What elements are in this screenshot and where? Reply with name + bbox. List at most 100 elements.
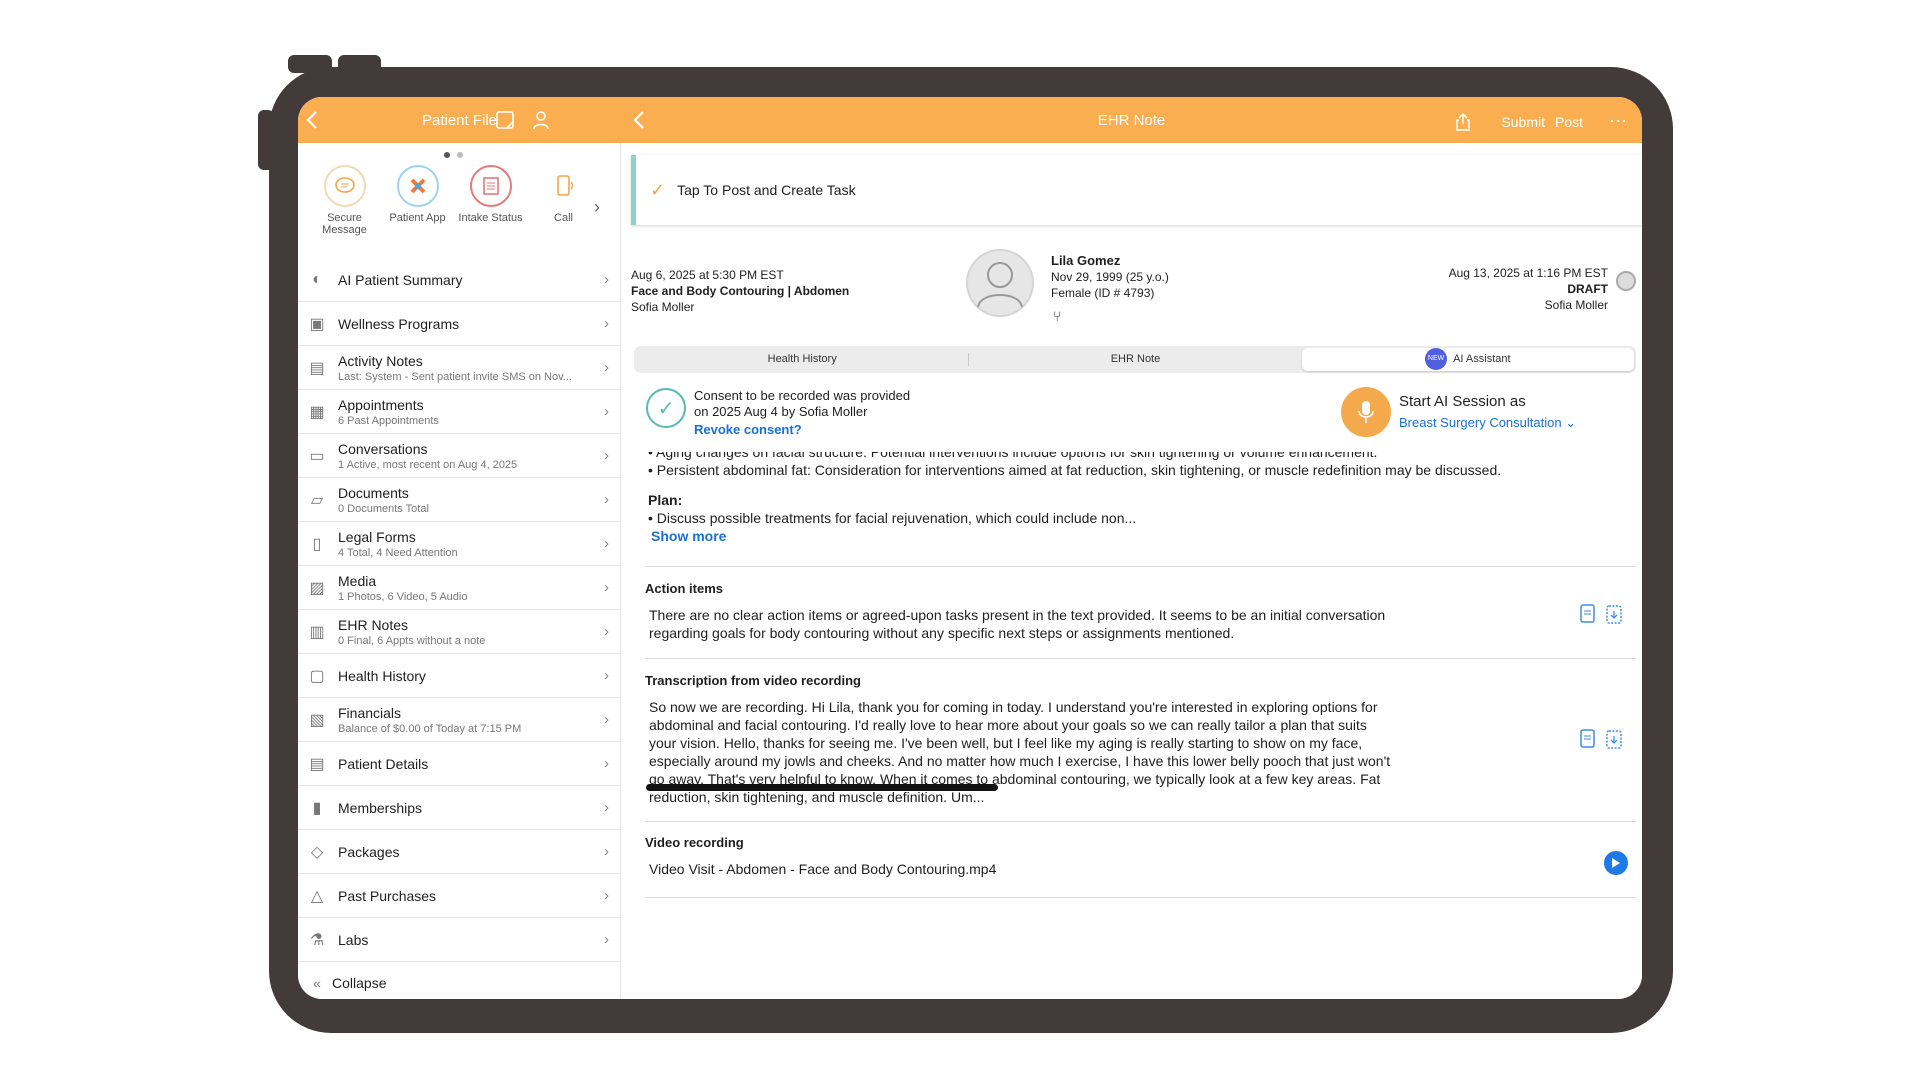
menu-item-conversations[interactable]: ▭ Conversations 1 Active, most recent on A… (298, 434, 621, 478)
menu-item-labs[interactable]: ⚗ Labs › (298, 918, 621, 962)
patient-menu: ◐ AI Patient Summary › ▣ Wellness Programs ›… (298, 258, 621, 962)
clipboard-icon: ▥ (309, 623, 325, 641)
quick-action-secure-message[interactable]: Secure Message (308, 165, 381, 245)
ai-session-title: Start AI Session as (1399, 393, 1526, 410)
copy-icon[interactable] (1576, 727, 1598, 751)
play-icon[interactable] (1604, 851, 1628, 875)
menu-item-wellness-programs[interactable]: ▣ Wellness Programs › (298, 302, 621, 346)
chevron-right-icon[interactable]: › (594, 197, 600, 218)
menu-item-sublabel: 4 Total, 4 Need Attention (338, 546, 458, 559)
microphone-icon[interactable] (1341, 387, 1391, 437)
encounter-provider: Sofia Moller (631, 300, 695, 314)
menu-item-documents[interactable]: ▱ Documents 0 Documents Total › (298, 478, 621, 522)
ai-summary: • Aging changes on facial structure: Pot… (648, 452, 1618, 564)
note-status: DRAFT (1567, 282, 1608, 296)
checkmark-icon: ✓ (650, 179, 666, 200)
menu-item-label: AI Patient Summary (338, 271, 463, 288)
note-square-icon[interactable] (494, 109, 516, 131)
action-items-body: There are no clear action items or agree… (649, 607, 1386, 641)
menu-item-financials[interactable]: ▧ Financials Balance of $0.00 of Today at … (298, 698, 621, 742)
tab-label: AI Assistant (1453, 353, 1511, 365)
patient-file-header: Patient File (298, 97, 621, 143)
note-tabs: Health History EHR Note NEW AI Assistant (634, 346, 1636, 373)
copy-icon[interactable] (1576, 602, 1598, 626)
patient-file-title: Patient File (421, 111, 498, 129)
consent-block: ✓ Consent to be recorded was provided on… (646, 388, 910, 438)
chevron-right-icon: › (604, 623, 609, 640)
quick-action-label: Secure Message (322, 212, 367, 236)
video-file-name[interactable]: Video Visit - Abdomen - Face and Body Co… (649, 860, 996, 878)
menu-item-label: Patient Details (338, 755, 429, 772)
menu-item-label: Legal Forms (338, 528, 416, 545)
avatar[interactable] (966, 249, 1034, 317)
quick-actions: Secure Message Patient App Intake Status… (308, 165, 608, 245)
ai-session-control[interactable]: Start AI Session as Breast Surgery Consu… (1341, 387, 1576, 437)
menu-item-ehr-notes[interactable]: ▥ EHR Notes 0 Final, 6 Appts without a not… (298, 610, 621, 654)
chevron-right-icon: › (604, 667, 609, 684)
menu-item-past-purchases[interactable]: △ Past Purchases › (298, 874, 621, 918)
menu-item-memberships[interactable]: ▮ Memberships › (298, 786, 621, 830)
share-icon[interactable] (1453, 112, 1473, 132)
encounter-info: Aug 6, 2025 at 5:30 PM EST Face and Body… (631, 267, 849, 315)
new-badge: NEW (1425, 348, 1448, 371)
divider (645, 821, 1636, 822)
menu-item-label: Financials (338, 704, 402, 721)
paste-to-note-icon[interactable] (1603, 727, 1625, 751)
menu-item-ai-patient-summary[interactable]: ◐ AI Patient Summary › (298, 258, 621, 302)
post-task-banner[interactable]: ✓ Tap To Post and Create Task (631, 155, 1642, 225)
patient-dob: Nov 29, 1999 (25 y.o.) (1051, 270, 1169, 284)
chevron-right-icon: › (604, 755, 609, 772)
notes-icon: ▤ (309, 359, 325, 377)
more-icon[interactable]: ⋯ (1609, 111, 1628, 132)
ledger-icon: ▧ (309, 711, 325, 729)
post-button[interactable]: Post (1555, 114, 1583, 130)
ehr-note-header: EHR Note Submit Post ⋯ (621, 97, 1642, 143)
ehr-note-pane: EHR Note Submit Post ⋯ ✓ Tap To Post and… (621, 97, 1642, 999)
consent-check-icon: ✓ (646, 388, 686, 428)
tab-health-history[interactable]: Health History (636, 348, 968, 371)
plan-bullet: • Discuss possible treatments for facial… (648, 510, 1137, 526)
menu-item-label: Media (338, 572, 377, 589)
package-icon: ◇ (310, 843, 324, 861)
home-indicator[interactable] (646, 784, 998, 791)
menu-item-appointments[interactable]: ▦ Appointments 6 Past Appointments › (298, 390, 621, 434)
select-radio[interactable] (1616, 271, 1636, 291)
divider (645, 566, 1636, 567)
tab-ehr-note[interactable]: EHR Note (969, 348, 1301, 371)
menu-item-legal-forms[interactable]: ▯ Legal Forms 4 Total, 4 Need Attention › (298, 522, 621, 566)
chat-icon: ▭ (309, 447, 325, 465)
branch-icon[interactable]: ⑂ (1053, 308, 1061, 324)
person-settings-icon[interactable] (531, 109, 553, 131)
quick-action-intake-status[interactable]: Intake Status (454, 165, 527, 245)
document-icon: ▯ (312, 535, 322, 553)
menu-item-sublabel: Balance of $0.00 of Today at 7:15 PM (338, 722, 522, 735)
session-type-value: Breast Surgery Consultation (1399, 415, 1562, 430)
show-more-link[interactable]: Show more (651, 528, 726, 544)
menu-item-media[interactable]: ▨ Media 1 Photos, 6 Video, 5 Audio › (298, 566, 621, 610)
paste-to-note-icon[interactable] (1603, 602, 1625, 626)
message-bubble-icon (323, 165, 366, 207)
menu-item-packages[interactable]: ◇ Packages › (298, 830, 621, 874)
menu-item-health-history[interactable]: ▢ Health History › (298, 654, 621, 698)
session-type-select[interactable]: Breast Surgery Consultation ⌄ (1399, 415, 1576, 431)
patient-name: Lila Gomez (1051, 253, 1121, 268)
menu-item-patient-details[interactable]: ▤ Patient Details › (298, 742, 621, 786)
menu-item-sublabel: 6 Past Appointments (338, 414, 439, 427)
menu-item-sublabel: 0 Documents Total (338, 502, 429, 515)
inbox-icon: ▱ (310, 491, 324, 509)
quick-action-call[interactable]: Call (527, 165, 600, 245)
patient-app-icon (396, 165, 439, 207)
submit-button[interactable]: Submit (1501, 114, 1545, 130)
collapse-button[interactable]: « Collapse (298, 966, 621, 999)
chevron-right-icon: › (604, 887, 609, 904)
chevron-right-icon: › (604, 535, 609, 552)
tab-ai-assistant[interactable]: NEW AI Assistant (1301, 348, 1634, 371)
quick-action-label: Patient App (389, 212, 446, 224)
menu-item-activity-notes[interactable]: ▤ Activity Notes Last: System - Sent patie… (298, 346, 621, 390)
menu-item-label: Activity Notes (338, 352, 423, 369)
chevron-right-icon: › (604, 579, 609, 596)
revoke-consent-link[interactable]: Revoke consent? (694, 422, 910, 438)
chevron-right-icon: › (604, 403, 609, 420)
quick-action-patient-app[interactable]: Patient App (381, 165, 454, 245)
phone-icon (542, 165, 585, 207)
